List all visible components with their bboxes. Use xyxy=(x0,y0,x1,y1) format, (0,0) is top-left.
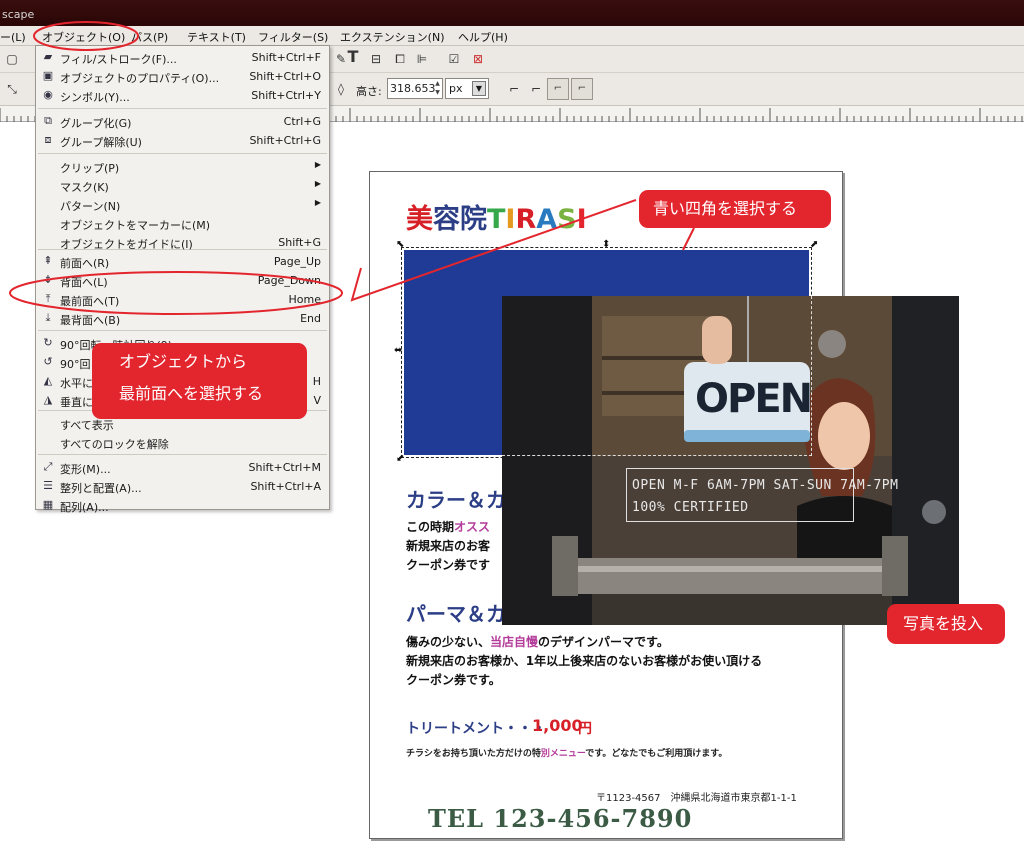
annotation-pointer-blue xyxy=(682,227,695,251)
annotation-overlay xyxy=(9,21,695,315)
annotation-arrow-to-menu xyxy=(350,199,637,302)
annotation-ellipse-raise-to-top xyxy=(9,271,343,315)
annotation-ellipse-object-menu xyxy=(33,21,139,51)
